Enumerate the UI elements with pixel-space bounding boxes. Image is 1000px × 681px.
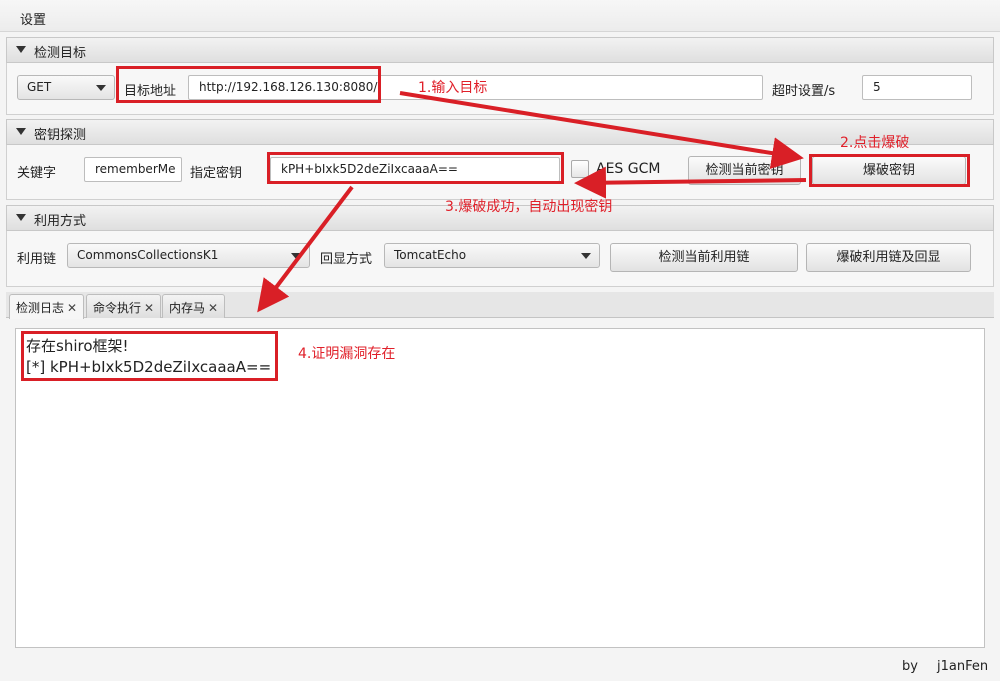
annotation-arrow-2 — [574, 166, 807, 199]
footer-author: j1anFen — [937, 659, 989, 674]
annotation-step2: 2.点击爆破 — [840, 135, 910, 151]
footer-by: by — [902, 659, 918, 674]
annotation-step4: 4.证明漏洞存在 — [298, 346, 396, 362]
annotation-arrow-3 — [257, 185, 354, 313]
annotation-arrows — [257, 91, 807, 313]
annotation-step3: 3.爆破成功，自动出现密钥 — [445, 199, 613, 215]
annotation-step1: 1.输入目标 — [418, 80, 488, 96]
annotation-arrow-1 — [399, 91, 804, 169]
